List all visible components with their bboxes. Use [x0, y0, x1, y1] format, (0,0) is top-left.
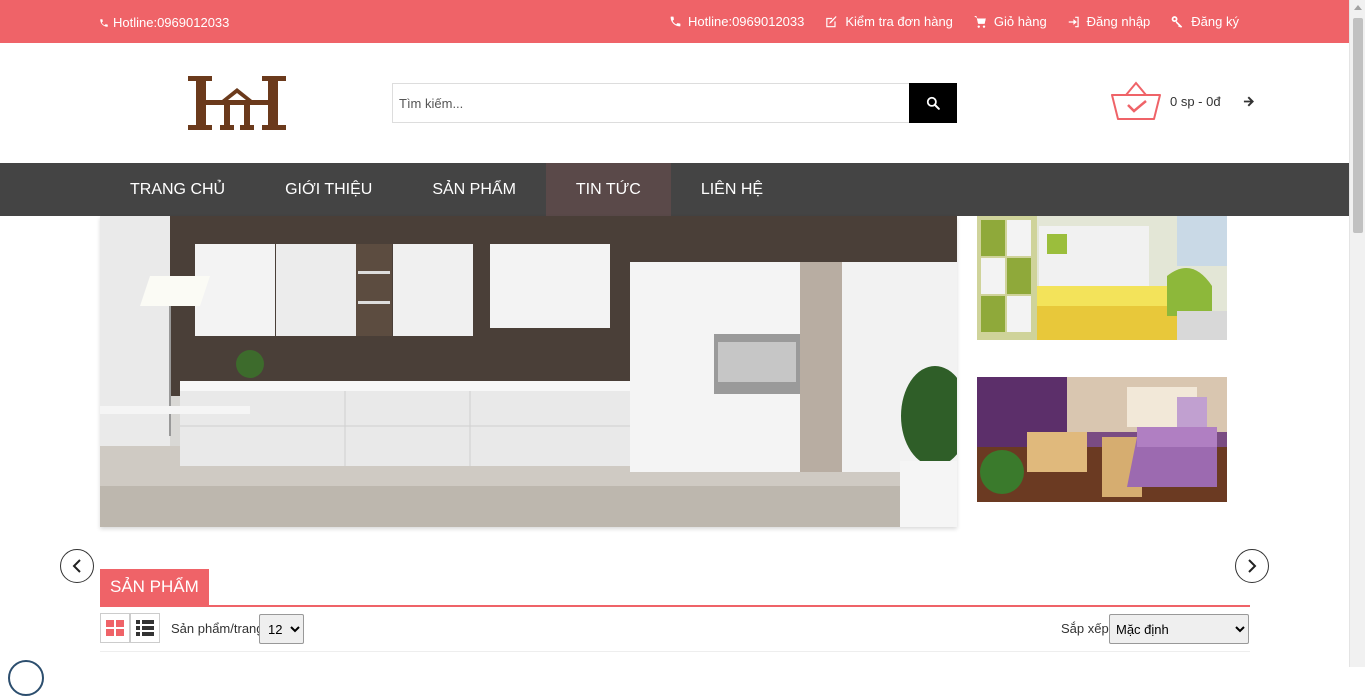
login-link[interactable]: Đăng nhập: [1067, 14, 1151, 29]
products-section-title: SẢN PHẨM: [100, 569, 209, 605]
cart-icon: [973, 15, 986, 28]
phone-icon: [100, 18, 108, 27]
list-view-button[interactable]: [130, 613, 160, 643]
search-input[interactable]: [392, 83, 909, 123]
sign-in-icon: [1068, 16, 1079, 27]
main-banner-kitchen[interactable]: [100, 216, 957, 527]
register-label: Đăng ký: [1191, 14, 1239, 29]
cart-summary: 0 sp - 0đ: [1170, 93, 1221, 109]
cart-link[interactable]: Giỏ hàng: [973, 14, 1047, 29]
nav-item-news[interactable]: TIN TỨC: [545, 163, 671, 216]
search-button[interactable]: [909, 83, 957, 123]
site-header: 0 sp - 0đ: [0, 43, 1349, 163]
arrow-right-icon[interactable]: [1243, 95, 1254, 107]
edit-icon: [826, 15, 837, 27]
chat-widget-button[interactable]: [8, 660, 44, 696]
nav-item-about[interactable]: GIỚI THIỆU: [255, 163, 402, 216]
kitchen-image: [100, 216, 957, 527]
nav-item-contact[interactable]: LIÊN HỆ: [671, 163, 793, 216]
hotline-left: Hotline:0969012033: [99, 15, 229, 30]
logo[interactable]: [188, 76, 286, 130]
page-scrollbar[interactable]: [1349, 0, 1365, 667]
side-banner-bedroom[interactable]: [977, 216, 1227, 340]
search-bar: [392, 83, 957, 123]
order-check-link[interactable]: Kiểm tra đơn hàng: [824, 14, 953, 29]
chevron-right-icon: [1248, 559, 1257, 573]
basket-icon: [1111, 81, 1161, 120]
per-page-label: Sản phẩm/trang: [171, 621, 264, 636]
login-label: Đăng nhập: [1086, 14, 1151, 29]
scroll-up-arrow-icon[interactable]: [1354, 5, 1362, 10]
chevron-left-icon: [72, 559, 81, 573]
search-icon: [926, 96, 940, 110]
hotline-left-text: Hotline:0969012033: [113, 15, 230, 30]
phone-icon: [670, 16, 681, 27]
sort-select[interactable]: Mặc định: [1109, 614, 1249, 644]
bedroom-image: [977, 216, 1227, 340]
hotline-link-label: Hotline:0969012033: [687, 14, 805, 29]
section-divider: [100, 605, 1250, 607]
side-banner-living-room[interactable]: [977, 377, 1227, 502]
carousel-next-button[interactable]: [1235, 549, 1269, 583]
living-room-image: [977, 377, 1227, 502]
toolbar-divider: [100, 651, 1250, 652]
products-toolbar: Sản phẩm/trang 12 Sắp xếp Mặc định: [100, 613, 1250, 645]
carousel-prev-button[interactable]: [60, 549, 94, 583]
main-nav: TRANG CHỦ GIỚI THIỆU SẢN PHẨM TIN TỨC LI…: [0, 163, 1349, 216]
grid-view-button[interactable]: [100, 613, 130, 643]
order-check-label: Kiểm tra đơn hàng: [845, 14, 953, 29]
header-cart[interactable]: 0 sp - 0đ: [1110, 79, 1254, 123]
nav-item-home[interactable]: TRANG CHỦ: [100, 163, 255, 216]
grid-icon: [106, 620, 124, 636]
scrollbar-thumb[interactable]: [1353, 18, 1363, 233]
hotline-link[interactable]: Hotline:0969012033: [669, 14, 804, 29]
register-link[interactable]: Đăng ký: [1170, 14, 1239, 29]
per-page-select[interactable]: 12: [259, 614, 304, 644]
key-icon: [1171, 15, 1183, 28]
cart-link-label: Giỏ hàng: [993, 14, 1047, 29]
list-icon: [136, 620, 154, 636]
sort-label: Sắp xếp: [1061, 621, 1109, 636]
nav-item-products[interactable]: SẢN PHẨM: [402, 163, 546, 216]
top-bar: Hotline:0969012033 Hotline:0969012033 Ki…: [0, 0, 1349, 43]
